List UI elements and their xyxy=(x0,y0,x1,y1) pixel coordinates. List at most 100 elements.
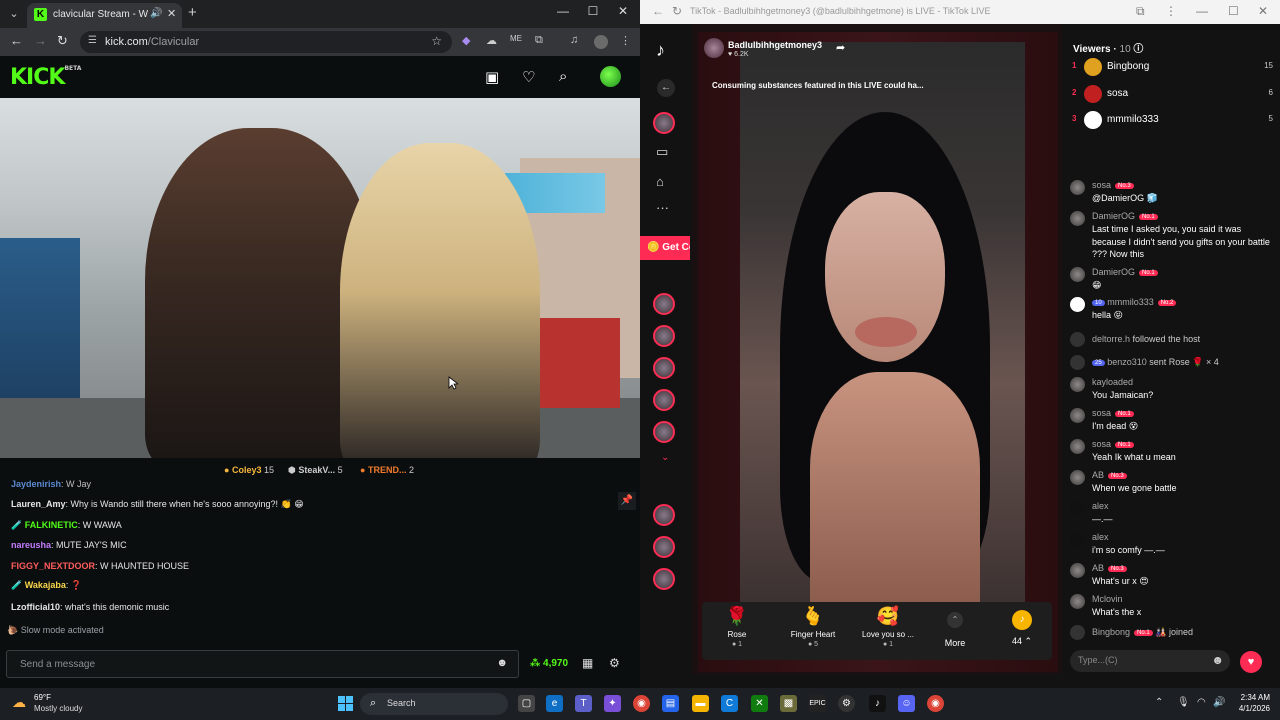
browser-tab-kick[interactable]: K clavicular Stream - Watch L 🔊 ✕ xyxy=(27,3,182,28)
media-control-icon[interactable]: ♫ xyxy=(570,34,578,46)
chrome-icon[interactable]: ◉ xyxy=(633,695,650,712)
like-heart-button[interactable]: ♥ xyxy=(1240,651,1262,673)
search-icon[interactable]: ⌕ xyxy=(559,68,567,85)
store-icon[interactable]: ▤ xyxy=(662,695,679,712)
chat-avatar[interactable] xyxy=(1070,563,1085,578)
epic-games-icon[interactable]: EPIC xyxy=(809,695,826,712)
gifter-item[interactable]: ⬢ SteakV... 5 xyxy=(288,465,343,476)
chat-username[interactable]: Wakajaba xyxy=(25,580,66,590)
task-view-icon[interactable]: ▢ xyxy=(518,695,535,712)
app-c-icon[interactable]: C xyxy=(721,695,738,712)
chat-avatar[interactable] xyxy=(1070,297,1085,312)
emoji-icon[interactable]: ☻ xyxy=(496,657,508,669)
chat-username[interactable]: FIGGY_NEXTDOOR xyxy=(11,561,95,571)
steam-icon[interactable]: ⚙ xyxy=(838,695,855,712)
teams-icon[interactable]: T xyxy=(575,695,592,712)
following-icon[interactable]: ▣ xyxy=(485,68,499,86)
live-creator-avatar[interactable] xyxy=(653,293,675,315)
maximize-icon[interactable]: ☐ xyxy=(578,4,608,18)
chat-settings-gear-icon[interactable]: ⚙ xyxy=(609,656,620,670)
discord-icon[interactable]: ☺ xyxy=(898,695,915,712)
pin-icon[interactable]: 📌 xyxy=(618,492,636,510)
new-tab-icon[interactable]: + xyxy=(188,4,197,21)
kick-logo[interactable]: KICKBETA xyxy=(10,65,81,90)
emoji-icon[interactable]: ☻ xyxy=(1211,653,1224,667)
reload-icon[interactable]: ↻ xyxy=(57,33,68,49)
chat-avatar[interactable] xyxy=(1070,211,1085,226)
xbox-icon[interactable]: ✕ xyxy=(751,695,768,712)
chat-username[interactable]: Lzofficial10 xyxy=(11,602,60,612)
gifter-item[interactable]: ● TREND... 2 xyxy=(360,465,414,475)
coin-balance-button[interactable]: ♪ 44 ⌃ xyxy=(1002,610,1042,647)
tiktok-chat-input[interactable]: Type...(C) ☻ xyxy=(1070,650,1230,672)
close-window-icon[interactable]: ✕ xyxy=(1258,4,1268,18)
heart-icon[interactable]: ♡ xyxy=(522,68,535,86)
live-creator-avatar[interactable] xyxy=(653,504,675,526)
profile-avatar[interactable] xyxy=(594,35,608,49)
chat-avatar[interactable] xyxy=(1070,180,1085,195)
back-icon[interactable]: ← xyxy=(652,4,664,18)
get-coins-button[interactable]: 🪙 Get Coins xyxy=(640,236,690,260)
profile-avatar[interactable] xyxy=(653,112,675,134)
chat-avatar[interactable] xyxy=(1070,267,1085,282)
live-creator-avatar[interactable] xyxy=(653,421,675,443)
live-creator-avatar[interactable] xyxy=(653,325,675,347)
share-icon[interactable]: ➦ xyxy=(836,41,845,54)
minimize-icon[interactable]: — xyxy=(548,4,578,18)
tab-search-chevron-icon[interactable]: ⌄ xyxy=(6,6,22,22)
viewer-rank-row[interactable]: 3 mmmilo333 5 xyxy=(1072,110,1277,132)
chat-avatar[interactable] xyxy=(1070,594,1085,609)
viewers-header[interactable]: Viewers · 10 ⓘ xyxy=(1073,40,1143,55)
viewer-rank-row[interactable]: 1 Bingbong 15 xyxy=(1072,57,1277,79)
live-video-stage[interactable]: Badlulbihhgetmoney3 ♥ 6.2K ➦ Consuming s… xyxy=(692,24,1062,674)
volume-icon[interactable]: 🔊 xyxy=(1213,697,1225,708)
address-bar[interactable]: ☰ kick.com/Clavicular ☆ xyxy=(80,31,452,53)
extension-icon[interactable]: ◆ xyxy=(462,34,470,47)
menu-kebab-icon[interactable]: ⋮ xyxy=(620,34,631,47)
speaker-icon[interactable]: 🔊 xyxy=(150,8,162,19)
gift-rose[interactable]: 🌹 Rose ● 1 xyxy=(704,606,770,648)
chat-input[interactable]: Send a message ☻ xyxy=(6,650,519,678)
minimize-icon[interactable]: — xyxy=(1196,4,1208,18)
live-creator-avatar[interactable] xyxy=(653,357,675,379)
chrome-profile-icon[interactable]: ◉ xyxy=(927,695,944,712)
back-icon[interactable]: ← xyxy=(10,33,23,48)
tray-chevron-up-icon[interactable]: ⌃ xyxy=(1155,697,1163,708)
live-creator-avatar[interactable] xyxy=(653,536,675,558)
chat-avatar[interactable] xyxy=(1070,439,1085,454)
close-tab-icon[interactable]: ✕ xyxy=(167,7,176,20)
reload-icon[interactable]: ↻ xyxy=(672,4,682,18)
chat-avatar[interactable] xyxy=(1070,377,1085,392)
maximize-icon[interactable]: ☐ xyxy=(1228,4,1239,18)
gift-love-you[interactable]: 🥰 Love you so ... ● 1 xyxy=(855,606,921,648)
extension-me-icon[interactable]: ME xyxy=(510,34,522,43)
more-dots-icon[interactable]: ··· xyxy=(656,200,669,215)
host-avatar[interactable] xyxy=(704,38,724,58)
stream-video-player[interactable] xyxy=(0,98,640,458)
live-creator-avatar[interactable] xyxy=(653,389,675,411)
extensions-puzzle-icon[interactable]: ⧉ xyxy=(535,34,543,47)
tiktok-logo-icon[interactable]: ♪ xyxy=(656,40,665,61)
file-explorer-icon[interactable]: ▬ xyxy=(692,695,709,712)
minecraft-icon[interactable]: ▩ xyxy=(780,695,797,712)
chat-username[interactable]: Lauren_Amy xyxy=(11,499,66,509)
chat-avatar[interactable] xyxy=(1070,532,1085,547)
extensions-icon[interactable]: ⧉ xyxy=(1136,4,1145,19)
host-name[interactable]: Badlulbihhgetmoney3 xyxy=(728,40,822,50)
chat-avatar[interactable] xyxy=(1070,501,1085,516)
tiktok-taskbar-icon[interactable]: ♪ xyxy=(869,695,886,712)
back-arrow-icon[interactable]: ← xyxy=(657,79,675,97)
user-avatar[interactable] xyxy=(600,66,621,87)
close-window-icon[interactable]: ✕ xyxy=(608,4,638,18)
start-button-windows-icon[interactable] xyxy=(338,696,353,711)
live-creator-avatar[interactable] xyxy=(653,568,675,590)
gifter-item[interactable]: ● Coley3 15 xyxy=(224,465,274,475)
menu-kebab-icon[interactable]: ⋮ xyxy=(1165,4,1177,18)
chat-username[interactable]: FALKINETIC xyxy=(25,520,78,530)
edge-icon[interactable]: e xyxy=(546,695,563,712)
video-camera-icon[interactable]: ▭ xyxy=(656,144,668,160)
chevron-down-icon[interactable]: ⌄ xyxy=(661,452,669,463)
chat-username[interactable]: nareusha xyxy=(11,540,51,550)
more-gifts-button[interactable]: ⌃ More xyxy=(935,612,975,648)
clock[interactable]: 2:34 AM 4/1/2026 xyxy=(1230,692,1270,714)
